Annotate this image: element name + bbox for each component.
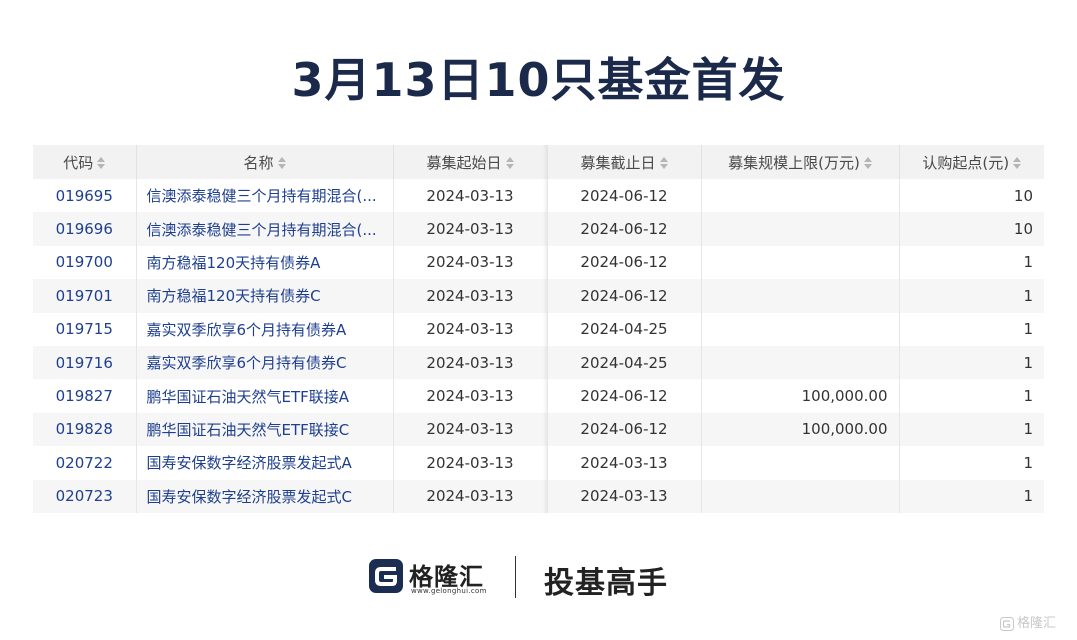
fund-name-link[interactable]: 嘉实双季欣享6个月持有债券A (136, 312, 394, 346)
table-row: 019715 嘉实双季欣享6个月持有债券A 2024-03-13 2024-04… (33, 312, 1044, 346)
fund-table-container: 代码 名称 募集起始日 募集截止日 募集规模上限(万元) 认购起点(元) 019… (33, 145, 1044, 513)
fund-code-link[interactable]: 019715 (33, 312, 137, 346)
footer-divider (515, 556, 516, 598)
fund-name-link[interactable]: 南方稳福120天持有债券A (136, 245, 394, 280)
start-date-cell: 2024-03-13 (393, 479, 548, 513)
start-date-cell: 2024-03-13 (393, 446, 548, 480)
sort-icon[interactable] (505, 157, 514, 169)
min-subscription-cell: 1 (899, 345, 1044, 380)
column-header-scale-cap[interactable]: 募集规模上限(万元) (701, 145, 900, 179)
end-date-cell: 2024-04-25 (547, 345, 702, 380)
end-date-cell: 2024-06-12 (547, 379, 702, 413)
min-subscription-cell: 10 (899, 212, 1044, 246)
scale-cap-cell (701, 179, 900, 213)
table-row: 019700 南方稳福120天持有债券A 2024-03-13 2024-06-… (33, 245, 1044, 280)
sort-icon[interactable] (1013, 157, 1022, 169)
end-date-cell: 2024-06-12 (547, 212, 702, 246)
fund-name-link[interactable]: 国寿安保数字经济股票发起式A (136, 446, 394, 480)
start-date-cell: 2024-03-13 (393, 212, 548, 246)
scale-cap-cell (701, 279, 900, 313)
start-date-cell: 2024-03-13 (393, 279, 548, 313)
scale-cap-cell (701, 245, 900, 280)
footer-branding: 格隆汇 www.gelonghui.com 投基高手 (0, 552, 1077, 602)
min-subscription-cell: 1 (899, 479, 1044, 513)
end-date-cell: 2024-06-12 (547, 279, 702, 313)
table-row: 020722 国寿安保数字经济股票发起式A 2024-03-13 2024-03… (33, 446, 1044, 480)
fund-code-link[interactable]: 019716 (33, 345, 137, 380)
min-subscription-cell: 1 (899, 412, 1044, 447)
scale-cap-cell: 100,000.00 (701, 412, 900, 447)
table-row: 019701 南方稳福120天持有债券C 2024-03-13 2024-06-… (33, 279, 1044, 313)
min-subscription-cell: 1 (899, 279, 1044, 313)
scale-cap-cell (701, 312, 900, 346)
brand-url: www.gelonghui.com (411, 587, 487, 595)
scale-cap-cell (701, 212, 900, 246)
min-subscription-cell: 1 (1023, 453, 1033, 472)
table-header-row: 代码 名称 募集起始日 募集截止日 募集规模上限(万元) 认购起点(元) (33, 145, 1044, 179)
fund-code-link[interactable]: 019695 (33, 179, 137, 213)
gelonghui-logo-icon (369, 559, 403, 593)
watermark: 格隆汇 (1000, 612, 1056, 631)
table-row: 019828 鹏华国证石油天然气ETF联接C 2024-03-13 2024-0… (33, 412, 1044, 447)
start-date-cell: 2024-03-13 (393, 412, 548, 447)
fund-name-link[interactable]: 南方稳福120天持有债券C (136, 279, 394, 313)
end-date-cell: 2024-04-25 (547, 312, 702, 346)
column-header-code[interactable]: 代码 (33, 145, 137, 179)
table-row: 019696 信澳添泰稳健三个月持有期混合(... 2024-03-13 202… (33, 212, 1044, 246)
fund-name-link[interactable]: 信澳添泰稳健三个月持有期混合(... (136, 212, 394, 246)
start-date-cell: 2024-03-13 (393, 312, 548, 346)
table-row: 019827 鹏华国证石油天然气ETF联接A 2024-03-13 2024-0… (33, 379, 1044, 413)
fund-code-link[interactable]: 020723 (33, 479, 137, 513)
fund-code-link[interactable]: 020722 (33, 446, 137, 480)
sort-icon[interactable] (97, 157, 106, 169)
fund-code-link[interactable]: 019828 (33, 412, 137, 447)
fund-code-link[interactable]: 019696 (33, 212, 137, 246)
column-header-start-date[interactable]: 募集起始日 (393, 145, 548, 179)
sort-icon[interactable] (277, 157, 286, 169)
scale-cap-cell (701, 345, 900, 380)
start-date-cell: 2024-03-13 (393, 245, 548, 280)
slogan: 投基高手 (544, 566, 668, 601)
fund-code-link[interactable]: 019700 (33, 245, 137, 280)
end-date-cell: 2024-03-13 (547, 479, 702, 513)
end-date-cell: 2024-06-12 (547, 412, 702, 447)
end-date-cell: 2024-06-12 (547, 245, 702, 280)
fund-code-link[interactable]: 019827 (33, 379, 137, 413)
fund-table: 代码 名称 募集起始日 募集截止日 募集规模上限(万元) 认购起点(元) 019… (33, 145, 1044, 513)
min-subscription-cell: 1 (1023, 320, 1033, 339)
table-row: 019695 信澳添泰稳健三个月持有期混合(... 2024-03-13 202… (33, 179, 1044, 213)
min-subscription-cell: 1 (1023, 387, 1033, 406)
sort-icon[interactable] (863, 157, 872, 169)
end-date-cell: 2024-03-13 (547, 446, 702, 480)
min-subscription-cell: 10 (1013, 186, 1033, 205)
column-header-end-date[interactable]: 募集截止日 (547, 145, 702, 179)
table-row: 019716 嘉实双季欣享6个月持有债券C 2024-03-13 2024-04… (33, 345, 1044, 380)
fund-name-link[interactable]: 国寿安保数字经济股票发起式C (136, 479, 394, 513)
column-header-min-subscription[interactable]: 认购起点(元) (899, 145, 1044, 179)
column-header-name[interactable]: 名称 (136, 145, 394, 179)
scale-cap-cell (701, 479, 900, 513)
table-row: 020723 国寿安保数字经济股票发起式C 2024-03-13 2024-03… (33, 479, 1044, 513)
fund-name-link[interactable]: 信澳添泰稳健三个月持有期混合(... (136, 179, 394, 213)
fund-code-link[interactable]: 019701 (33, 279, 137, 313)
watermark-logo-icon (1000, 616, 1014, 631)
start-date-cell: 2024-03-13 (393, 345, 548, 380)
sort-icon[interactable] (659, 157, 668, 169)
fund-name-link[interactable]: 嘉实双季欣享6个月持有债券C (136, 345, 394, 380)
fund-name-link[interactable]: 鹏华国证石油天然气ETF联接A (136, 379, 394, 413)
start-date-cell: 2024-03-13 (393, 379, 548, 413)
scale-cap-cell (701, 446, 900, 480)
min-subscription-cell: 1 (1023, 253, 1033, 272)
fund-name-link[interactable]: 鹏华国证石油天然气ETF联接C (136, 412, 394, 447)
table-body: 019695 信澳添泰稳健三个月持有期混合(... 2024-03-13 202… (33, 179, 1044, 513)
end-date-cell: 2024-06-12 (547, 179, 702, 213)
start-date-cell: 2024-03-13 (393, 179, 548, 213)
page-title: 3月13日10只基金首发 (291, 53, 786, 107)
watermark-text: 格隆汇 (1017, 616, 1057, 631)
scale-cap-cell: 100,000.00 (701, 379, 900, 413)
